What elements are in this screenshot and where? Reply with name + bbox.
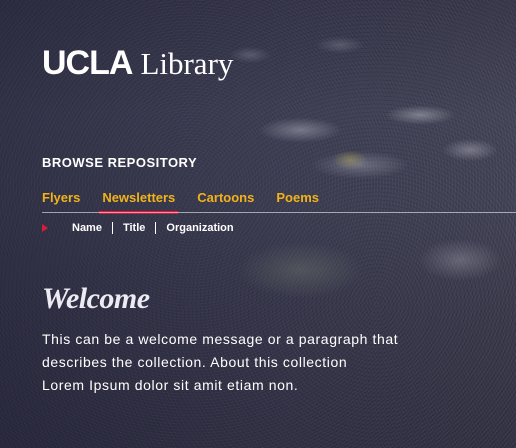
hero-background: UCLA Library BROWSE REPOSITORY Flyers New… [0,0,516,448]
arrow-right-icon [42,224,48,232]
logo-brand: UCLA [42,44,133,82]
tab-divider [42,212,516,213]
sort-by-title[interactable]: Title [111,222,155,234]
welcome-line: describes the collection. About this col… [42,354,348,370]
browse-heading: BROWSE REPOSITORY [42,155,198,170]
tab-poems[interactable]: Poems [276,188,319,210]
ucla-library-logo[interactable]: UCLA Library [42,44,233,83]
tab-newsletters[interactable]: Newsletters [99,188,179,214]
sort-by-organization[interactable]: Organization [155,222,243,234]
welcome-line: This can be a welcome message or a parag… [42,331,399,347]
sort-bar: Name Title Organization [42,222,244,234]
sort-by-name[interactable]: Name [62,222,112,234]
welcome-description: This can be a welcome message or a parag… [42,328,462,397]
tab-flyers[interactable]: Flyers [42,188,80,210]
logo-name: Library [140,46,234,81]
welcome-title: Welcome [42,282,150,315]
welcome-line: Lorem Ipsum dolor sit amit etiam non. [42,377,299,393]
tab-cartoons[interactable]: Cartoons [197,188,254,210]
collection-tabs: Flyers Newsletters Cartoons Poems [42,188,341,214]
